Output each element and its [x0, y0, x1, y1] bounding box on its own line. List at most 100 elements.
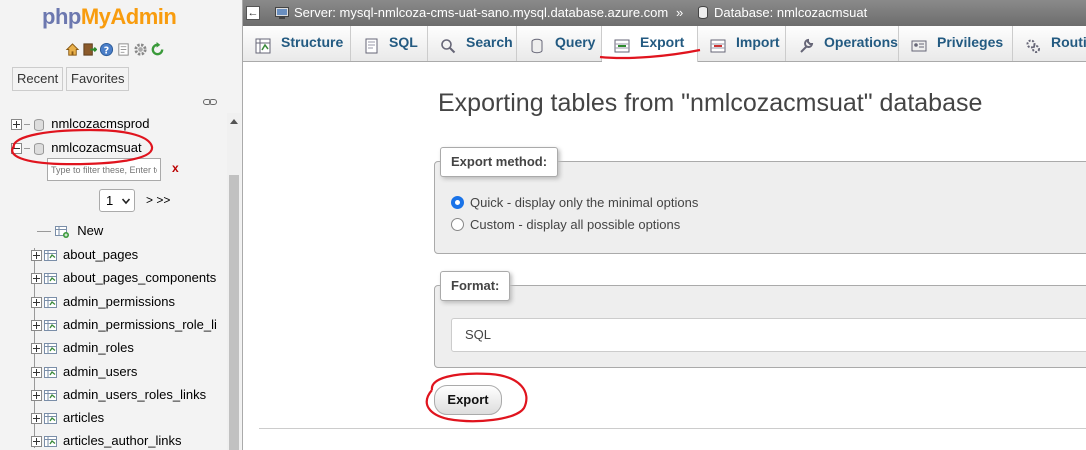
table-icon — [44, 390, 57, 402]
home-icon[interactable] — [64, 41, 80, 57]
new-table-label[interactable]: New — [77, 223, 103, 238]
breadcrumb-database-link[interactable]: Database: nmlcozacmsuat — [714, 0, 867, 26]
table-name[interactable]: admin_permissions_role_li — [63, 317, 217, 332]
tab-operations[interactable]: Operations — [786, 26, 899, 61]
collapse-icon[interactable] — [11, 143, 22, 155]
custom-radio-label[interactable]: Custom - display all possible options — [470, 217, 680, 232]
table-icon — [44, 367, 57, 379]
expand-icon[interactable] — [31, 320, 42, 332]
table-item[interactable]: about_pages — [31, 245, 138, 265]
database-item[interactable]: nmlcozacmsprod — [11, 114, 150, 134]
tab-import[interactable]: Import — [698, 26, 786, 61]
table-item[interactable]: admin_users_roles_links — [31, 385, 206, 405]
tab-label: Operations — [824, 34, 898, 50]
link-with-main-panel-icon[interactable] — [203, 98, 217, 106]
page-next-link[interactable]: > >> — [146, 193, 170, 207]
quick-radio-label[interactable]: Quick - display only the minimal options — [470, 195, 698, 210]
expand-icon[interactable] — [31, 367, 42, 379]
tab-sql[interactable]: SQL — [351, 26, 428, 61]
search-icon — [440, 33, 456, 54]
page-select[interactable]: 1 — [99, 189, 135, 212]
tab-structure[interactable]: Structure — [243, 26, 351, 61]
export-button[interactable]: Export — [434, 385, 502, 415]
table-icon — [44, 436, 57, 448]
wrench-icon — [798, 33, 814, 54]
reload-icon[interactable] — [149, 41, 165, 57]
custom-radio[interactable] — [451, 218, 464, 232]
tab-query[interactable]: Query — [517, 26, 602, 61]
table-name[interactable]: admin_permissions — [63, 294, 175, 309]
tab-label: Search — [466, 34, 513, 50]
new-table-item[interactable]: New — [37, 221, 103, 241]
export-icon — [614, 33, 630, 53]
expand-icon[interactable] — [31, 413, 42, 425]
scroll-up-arrow-icon[interactable] — [230, 119, 238, 124]
table-name[interactable]: admin_users_roles_links — [63, 387, 206, 402]
quick-radio[interactable] — [451, 196, 464, 210]
breadcrumb-server-link[interactable]: Server: mysql-nmlcoza-cms-uat-sano.mysql… — [294, 0, 668, 26]
table-name[interactable]: admin_users — [63, 364, 137, 379]
custom-export-option[interactable]: Custom - display all possible options — [451, 216, 680, 234]
collapse-nav-arrow-icon[interactable]: ← — [246, 6, 260, 20]
table-item[interactable]: admin_users — [31, 362, 137, 382]
logout-icon[interactable] — [81, 41, 97, 57]
table-item[interactable]: articles_author_links — [31, 431, 182, 450]
quick-export-option[interactable]: Quick - display only the minimal options — [451, 194, 698, 212]
docs-icon[interactable] — [115, 41, 131, 57]
table-icon — [44, 297, 57, 309]
structure-icon — [255, 33, 271, 54]
tab-label: Export — [640, 34, 685, 50]
settings-gear-icon[interactable] — [132, 41, 148, 57]
table-item[interactable]: about_pages_components — [31, 268, 216, 288]
table-name[interactable]: articles_author_links — [63, 433, 182, 448]
logo-php-text: php — [42, 4, 81, 29]
table-item[interactable]: admin_permissions_role_li — [31, 315, 217, 335]
database-item[interactable]: nmlcozacmsuat — [11, 138, 142, 158]
table-item[interactable]: articles — [31, 408, 104, 428]
table-name[interactable]: about_pages_components — [63, 270, 216, 285]
table-icon — [44, 320, 57, 332]
table-filter-input[interactable] — [47, 158, 161, 181]
tab-label: Routi — [1051, 34, 1086, 50]
expand-icon[interactable] — [11, 119, 22, 131]
favorites-tab[interactable]: Favorites — [66, 67, 130, 91]
table-icon — [44, 413, 57, 425]
navigation-panel: phpMyAdmin ? Recent Favorites nmlcozacms… — [0, 0, 243, 450]
sql-icon — [363, 33, 379, 54]
routines-icon — [1025, 33, 1041, 54]
table-name[interactable]: about_pages — [63, 247, 138, 262]
table-icon — [44, 273, 57, 285]
tab-routi[interactable]: Routi — [1013, 26, 1086, 61]
table-name[interactable]: admin_roles — [63, 340, 134, 355]
recent-tab[interactable]: Recent — [12, 67, 64, 91]
expand-icon[interactable] — [31, 273, 42, 285]
database-name[interactable]: nmlcozacmsuat — [51, 140, 141, 155]
tab-search[interactable]: Search — [428, 26, 517, 61]
format-select[interactable]: SQL — [451, 318, 1086, 352]
tab-label: Query — [555, 34, 596, 50]
expand-icon[interactable] — [31, 343, 42, 355]
database-name[interactable]: nmlcozacmsprod — [51, 116, 149, 131]
help-icon[interactable]: ? — [98, 41, 114, 57]
expand-icon[interactable] — [31, 436, 42, 448]
breadcrumb-separator: » — [676, 5, 684, 20]
table-icon — [44, 343, 57, 355]
phpmyadmin-logo[interactable]: phpMyAdmin — [42, 4, 177, 30]
logo-admin-text: MyAdmin — [80, 4, 177, 29]
server-icon — [275, 7, 289, 19]
expand-icon[interactable] — [31, 297, 42, 309]
table-item[interactable]: admin_roles — [31, 338, 134, 358]
database-icon — [33, 118, 44, 131]
nav-scrollbar[interactable] — [227, 113, 241, 450]
expand-icon[interactable] — [31, 390, 42, 402]
table-item[interactable]: admin_permissions — [31, 292, 175, 312]
scrollbar-thumb[interactable] — [229, 175, 239, 450]
tab-export[interactable]: Export — [602, 26, 698, 62]
tab-privileges[interactable]: Privileges — [899, 26, 1013, 61]
filter-clear-button[interactable]: x — [172, 161, 179, 175]
expand-icon[interactable] — [31, 250, 42, 262]
query-icon — [529, 33, 545, 54]
tab-label: Import — [736, 34, 780, 50]
table-name[interactable]: articles — [63, 410, 104, 425]
import-icon — [710, 33, 726, 53]
